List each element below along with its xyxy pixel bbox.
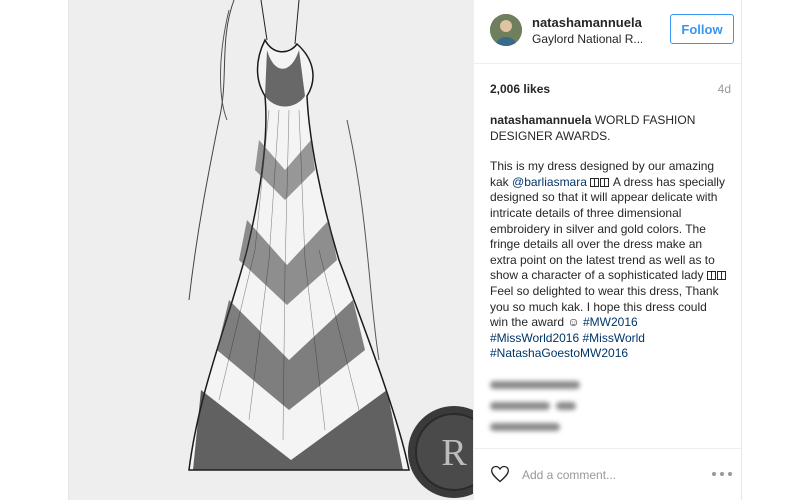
hashtag-link[interactable]: #MissWorld2016 — [490, 331, 579, 345]
caption-username[interactable]: natashamannuela — [490, 113, 591, 127]
post-image[interactable]: R — [69, 0, 473, 500]
mention-link[interactable]: @barliasmara — [512, 175, 587, 189]
emoji-icon — [706, 271, 716, 281]
follow-button[interactable]: Follow — [670, 14, 734, 44]
instagram-post: R natashamannuela Gaylord National R... … — [68, 0, 742, 500]
username[interactable]: natashamannuela — [532, 15, 642, 30]
blurred-comment — [490, 418, 670, 431]
post-age[interactable]: 4d — [718, 82, 731, 96]
caption-text-2: A dress has specially designed so that i… — [490, 174, 725, 283]
caption: natashamannuela WORLD FASHION DESIGNER A… — [490, 113, 728, 362]
comment-input[interactable] — [522, 466, 672, 484]
comment-bar — [474, 448, 741, 500]
hashtag-link[interactable]: #NatashaGoestoMW2016 — [490, 346, 628, 360]
location[interactable]: Gaylord National R... — [532, 32, 642, 46]
emoji-icon — [600, 177, 610, 187]
hashtag-link[interactable]: #MW2016 — [583, 315, 638, 329]
blurred-comment — [490, 397, 670, 410]
smile-emoji-icon: ☺ — [567, 315, 580, 330]
emoji-icon — [716, 271, 726, 281]
hashtag-link[interactable]: #MissWorld — [583, 331, 645, 345]
blurred-comment — [490, 376, 670, 389]
avatar[interactable] — [490, 14, 522, 46]
post-sidebar: natashamannuela Gaylord National R... Fo… — [473, 0, 741, 500]
emoji-icon — [590, 177, 600, 187]
seal-letters: R — [441, 432, 467, 474]
likes-count[interactable]: 2,006 likes — [490, 82, 550, 96]
more-options-icon[interactable] — [710, 468, 734, 480]
post-header: natashamannuela Gaylord National R... Fo… — [474, 0, 741, 64]
dress-sketch-icon: R — [69, 0, 473, 500]
heart-icon[interactable] — [490, 464, 510, 484]
